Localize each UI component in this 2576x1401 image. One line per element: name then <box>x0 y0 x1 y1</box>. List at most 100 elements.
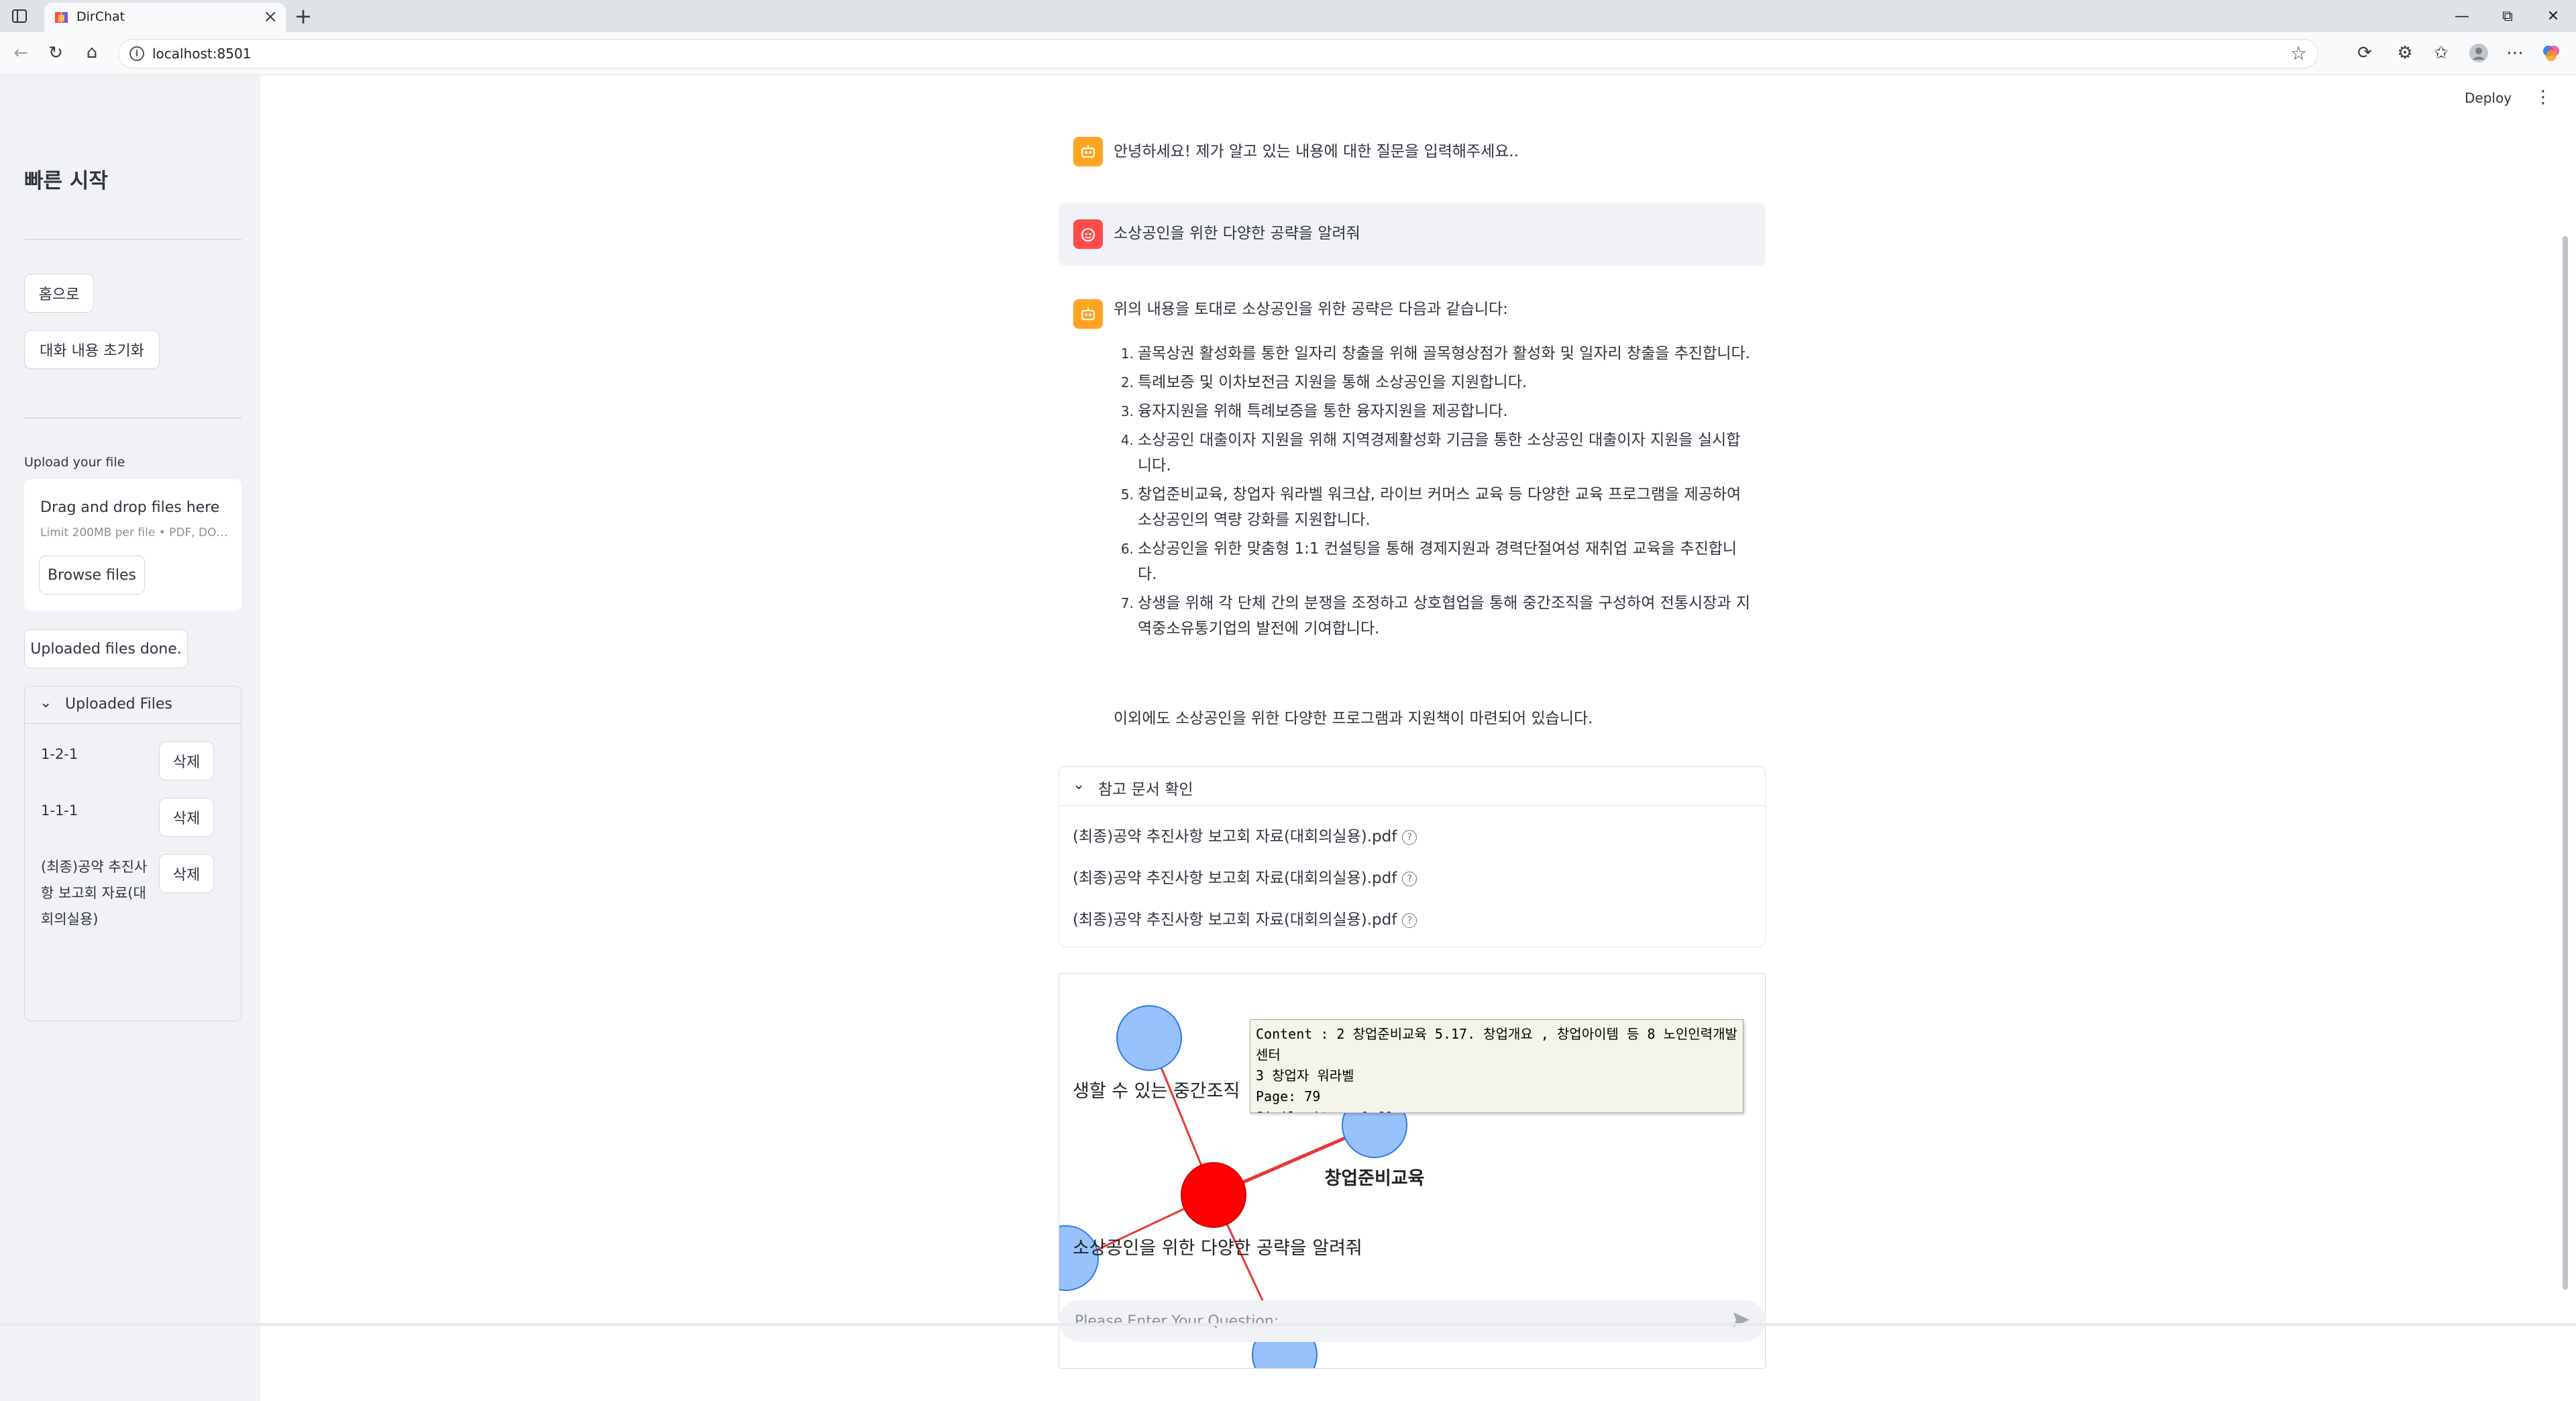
site-info-icon[interactable]: i <box>129 46 144 61</box>
reference-expander: ⌄ 참고 문서 확인 (최종)공약 추진사항 보고회 자료(대회의실용).pdf… <box>1059 766 1766 947</box>
chevron-down-icon: ⌄ <box>1073 776 1085 793</box>
answer-item-text: 창업준비교육, 창업자 워라벨 워크샵, 라이브 커머스 교육 등 다양한 교육… <box>1138 486 1741 529</box>
help-icon[interactable]: ? <box>1402 913 1417 928</box>
sidebar-divider <box>24 239 241 240</box>
restore-icon[interactable]: ⧉ <box>2485 0 2530 32</box>
robot-icon <box>1073 299 1103 329</box>
sidebar-toggle-icon[interactable] <box>9 7 30 25</box>
delete-file-button[interactable]: 삭제 <box>159 798 214 837</box>
reference-filename: (최종)공약 추진사항 보고회 자료(대회의실용).pdf <box>1073 870 1397 887</box>
main-content: Deploy ⋮ 안녕하세요! 제가 알고 있는 내용에 대한 질문을 입력해주… <box>260 75 2576 1401</box>
favorites-icon[interactable]: ✩ <box>2430 42 2453 64</box>
bot-greeting: 안녕하세요! 제가 알고 있는 내용에 대한 질문을 입력해주세요.. <box>1114 143 1519 160</box>
list-item: 7. 상생을 위해 각 단체 간의 분쟁을 조정하고 상호협업을 통해 중간조직을… <box>1120 594 1750 637</box>
streamlit-app: 빠른 시작 홈으로 대화 내용 초기화 Upload your file Dra… <box>0 75 2576 1401</box>
uploaded-file-name: (최종)공약 추진사항 보고회 자료(대회의실용) <box>41 859 148 927</box>
upload-label: Upload your file <box>24 455 125 470</box>
url-text[interactable]: localhost:8501 <box>152 46 251 62</box>
uploaded-file-name: 1-1-1 <box>41 802 78 819</box>
back-icon[interactable]: ← <box>9 42 32 64</box>
favorite-star-icon[interactable]: ☆ <box>2290 42 2307 64</box>
graph-node-label: 창업준비교육 <box>1324 1168 1424 1189</box>
upload-done-button[interactable]: Uploaded files done. <box>24 629 188 668</box>
list-item: 1. 골목상권 활성화를 통한 일자리 창출을 위해 골목형상점가 활성화 및 일… <box>1120 345 1750 362</box>
extensions-icon[interactable]: ⚙ <box>2394 42 2416 64</box>
robot-icon <box>1073 137 1103 166</box>
favicon-icon <box>54 9 70 25</box>
list-item: 3. 융자지원을 위해 특례보증을 통한 융자지원을 제공합니다. <box>1120 403 1508 420</box>
home-button[interactable]: 홈으로 <box>24 274 94 313</box>
tab-title: DirChat <box>76 9 125 24</box>
answer-item-text: 융자지원을 위해 특례보증을 통한 융자지원을 제공합니다. <box>1138 403 1508 420</box>
graph-center-node[interactable] <box>1181 1162 1246 1228</box>
close-window-icon[interactable]: ✕ <box>2530 0 2576 32</box>
browser-tab[interactable]: DirChat × <box>44 3 286 32</box>
answer-item-text: 상생을 위해 각 단체 간의 분쟁을 조정하고 상호협업을 통해 중간조직을 구… <box>1138 594 1750 637</box>
uploaded-files-expander: ⌄ Uploaded Files 1-2-1 삭제 1-1-1 삭제 (최종)공… <box>24 686 241 1021</box>
more-menu-icon[interactable]: ⋯ <box>2504 42 2526 64</box>
reference-item: (최종)공약 추진사항 보고회 자료(대회의실용).pdf? <box>1073 865 1417 888</box>
reference-header[interactable]: ⌄ 참고 문서 확인 <box>1059 767 1765 806</box>
address-bar[interactable]: i localhost:8501 ☆ <box>118 39 2318 68</box>
graph-center-label: 소상공인을 위한 다양한 공략을 알려줘 <box>1073 1238 1362 1259</box>
reference-filename: (최종)공약 추진사항 보고회 자료(대회의실용).pdf <box>1073 911 1397 929</box>
main-scrollbar[interactable] <box>2563 236 2568 1290</box>
sidebar: 빠른 시작 홈으로 대화 내용 초기화 Upload your file Dra… <box>0 75 260 1401</box>
help-icon[interactable]: ? <box>1402 871 1417 886</box>
list-item: 2. 특례보증 및 이차보전금 지원을 통해 소상공인을 지원합니다. <box>1120 374 1527 391</box>
answer-item-text: 소상공인을 위한 맞춤형 1:1 컨설팅을 통해 경제지원과 경력단절여성 재취… <box>1138 540 1737 583</box>
tooltip-page: Page: 79 <box>1256 1088 1321 1104</box>
user-question: 소상공인을 위한 다양한 공략을 알려줘 <box>1114 225 1360 242</box>
send-icon[interactable] <box>1732 1311 1751 1333</box>
minimize-icon[interactable]: — <box>2439 0 2485 32</box>
browse-files-button[interactable]: Browse files <box>39 556 145 594</box>
tooltip-similarity: Similarity : 0.69 <box>1256 1107 1737 1112</box>
reference-item: (최종)공약 추진사항 보고회 자료(대회의실용).pdf? <box>1073 823 1417 846</box>
answer-item-text: 소상공인 대출이자 지원을 위해 지역경제활성화 기금을 통한 소상공인 대출이… <box>1138 431 1741 474</box>
profile-avatar[interactable] <box>2467 42 2490 64</box>
dropzone-limit: Limit 200MB per file • PDF, DOCX, PPTX <box>40 526 228 539</box>
window-bottom-border <box>0 1323 2576 1326</box>
help-icon[interactable]: ? <box>1402 829 1417 845</box>
uploaded-file-name: 1-2-1 <box>41 746 78 762</box>
chat-input-box[interactable] <box>1059 1300 1766 1342</box>
answer-outro: 이외에도 소상공인을 위한 다양한 프로그램과 지원책이 마련되어 있습니다. <box>1114 710 1593 727</box>
reload-icon[interactable]: ↻ <box>44 42 67 64</box>
reference-filename: (최종)공약 추진사항 보고회 자료(대회의실용).pdf <box>1073 828 1397 845</box>
window-controls: — ⧉ ✕ <box>2439 0 2576 32</box>
uploaded-files-header[interactable]: ⌄ Uploaded Files <box>25 686 241 724</box>
answer-item-text: 특례보증 및 이차보전금 지원을 통해 소상공인을 지원합니다. <box>1138 374 1527 391</box>
tooltip-content: Content : 2 창업준비교육 5.17. 창업개요 , 창업아이템 등 … <box>1256 1026 1737 1063</box>
sidebar-divider <box>24 417 241 419</box>
reference-title: 참고 문서 확인 <box>1098 781 1193 798</box>
chat-input[interactable] <box>1075 1310 1692 1333</box>
reset-chat-button[interactable]: 대화 내용 초기화 <box>24 330 160 369</box>
user-message: 소상공인을 위한 다양한 공략을 알려줘 <box>1059 203 1766 266</box>
graph-node-label: 생할 수 있는 중간조직 <box>1073 1081 1240 1102</box>
graph-tooltip: Content : 2 창업준비교육 5.17. 창업개요 , 창업아이템 등 … <box>1250 1019 1743 1113</box>
dropzone-title: Drag and drop files here <box>40 499 220 516</box>
tooltip-content-cont: 3 창업자 워라벨 <box>1256 1068 1354 1084</box>
deploy-button[interactable]: Deploy <box>2465 90 2512 106</box>
browser-tab-bar: DirChat × + — ⧉ ✕ <box>0 0 2576 32</box>
home-icon[interactable]: ⌂ <box>80 40 103 64</box>
list-item: 6. 소상공인을 위한 맞춤형 1:1 컨설팅을 통해 경제지원과 경력단절여성 … <box>1120 540 1737 583</box>
file-dropzone[interactable]: Drag and drop files here Limit 200MB per… <box>24 479 241 611</box>
answer-item-text: 골목상권 활성화를 통한 일자리 창출을 위해 골목형상점가 활성화 및 일자리… <box>1138 345 1750 362</box>
refresh-extension-icon[interactable]: ⟳ <box>2353 42 2376 64</box>
delete-file-button[interactable]: 삭제 <box>159 854 214 893</box>
new-tab-icon[interactable]: + <box>291 3 315 29</box>
answer-list: 1. 골목상권 활성화를 통한 일자리 창출을 위해 골목형상점가 활성화 및 일… <box>1114 341 1751 645</box>
list-item: 5. 창업준비교육, 창업자 워라벨 워크샵, 라이브 커머스 교육 등 다양한 … <box>1120 486 1741 529</box>
tab-close-icon[interactable]: × <box>263 7 278 27</box>
answer-intro: 위의 내용을 토대로 소상공인을 위한 공략은 다음과 같습니다: <box>1114 301 1508 318</box>
delete-file-button[interactable]: 삭제 <box>159 741 214 780</box>
sidebar-title: 빠른 시작 <box>24 169 108 193</box>
reference-item: (최종)공약 추진사항 보고회 자료(대회의실용).pdf? <box>1073 906 1417 929</box>
main-menu-icon[interactable]: ⋮ <box>2534 87 2552 107</box>
copilot-icon[interactable] <box>2540 42 2563 64</box>
chevron-down-icon: ⌄ <box>40 694 52 711</box>
graph-node[interactable] <box>1116 1005 1182 1071</box>
list-item: 4. 소상공인 대출이자 지원을 위해 지역경제활성화 기금을 통한 소상공인 대… <box>1120 431 1741 474</box>
browser-toolbar: ← ↻ ⌂ i localhost:8501 ☆ ⟳ ⚙ ✩ ⋯ <box>0 32 2576 75</box>
